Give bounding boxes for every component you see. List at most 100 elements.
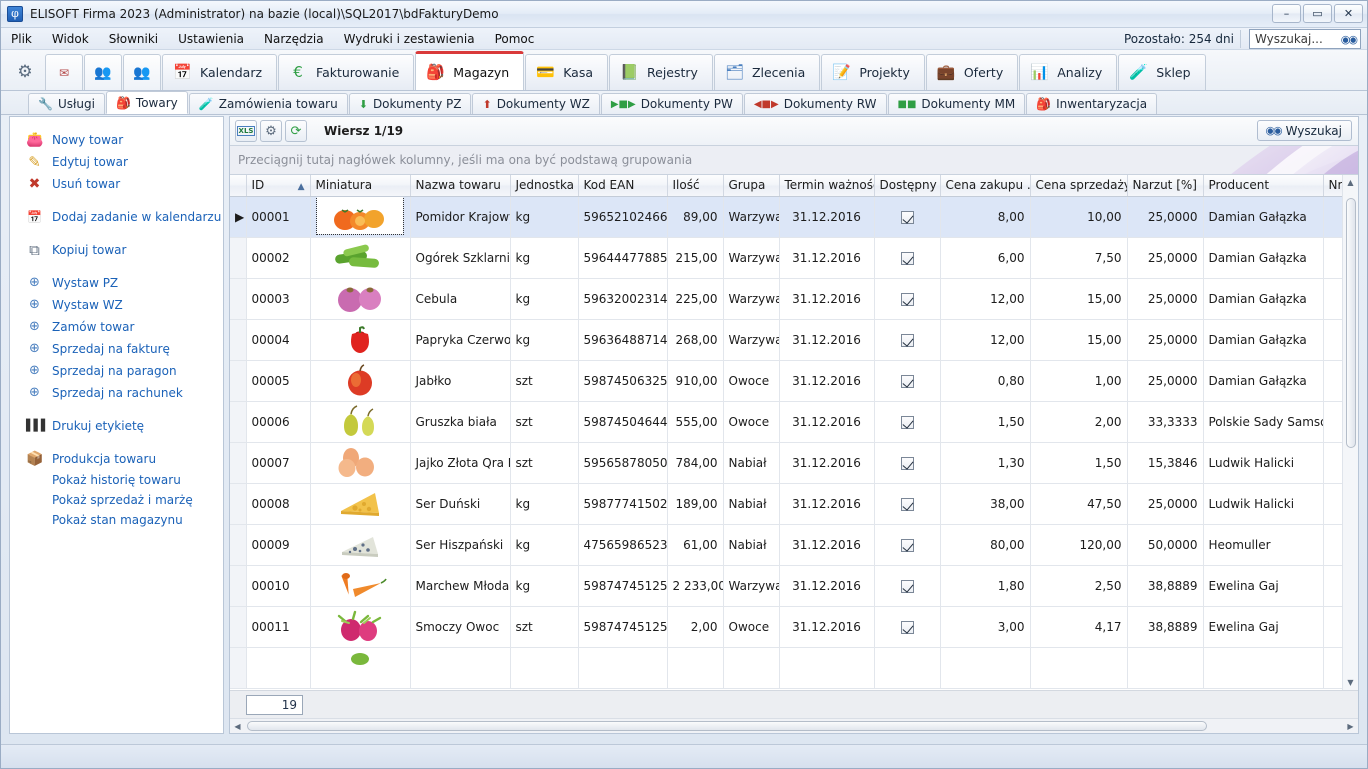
tab-analizy[interactable]: 📊 Analizy (1019, 54, 1117, 90)
cell-available[interactable] (874, 196, 940, 237)
checkbox-checked-icon[interactable] (901, 498, 914, 511)
sidebar-item-nowy-towar[interactable]: 👛 Nowy towar (10, 129, 223, 151)
cell-available[interactable] (874, 565, 940, 606)
table-row[interactable]: 00009 (230, 524, 1342, 565)
menu-plik[interactable]: Plik (1, 30, 42, 48)
refresh-button[interactable]: ⟳ (285, 120, 307, 142)
subtab-uslugi[interactable]: 🔧 Usługi (28, 93, 105, 114)
tab-rejestry[interactable]: 📗 Rejestry (609, 54, 713, 90)
sidebar-item-sprzedaj-na-paragon[interactable]: ⊕ Sprzedaj na paragon (10, 360, 223, 382)
sidebar-item-edytuj-towar[interactable]: ✎ Edytuj towar (10, 151, 223, 173)
col-header-grupa[interactable]: Grupa (723, 175, 779, 196)
tab-oferty[interactable]: 💼 Oferty (926, 54, 1018, 90)
cell-available[interactable] (874, 483, 940, 524)
table-row[interactable]: 00003 (230, 278, 1342, 319)
tab-zlecenia[interactable]: 🗂 Zlecenia (714, 54, 820, 90)
checkbox-checked-icon[interactable] (901, 211, 914, 224)
cell-available[interactable] (874, 442, 940, 483)
contacts-green-icon[interactable]: 👥 (84, 54, 122, 90)
checkbox-checked-icon[interactable] (901, 457, 914, 470)
subtab-dokumenty-wz[interactable]: ⬆ Dokumenty WZ (472, 93, 599, 114)
menu-wydruki-zestawienia[interactable]: Wydruki i zestawienia (334, 30, 485, 48)
table-row[interactable]: 00004 (230, 319, 1342, 360)
col-header-miniatura[interactable]: Miniatura (310, 175, 410, 196)
mail-icon[interactable]: ✉ (45, 54, 83, 90)
cell-available[interactable] (874, 237, 940, 278)
find-button[interactable]: ◉◉ Wyszukaj (1257, 120, 1352, 141)
subtab-dokumenty-pz[interactable]: ⬇ Dokumenty PZ (349, 93, 472, 114)
col-header-kod-ean[interactable]: Kod EAN (578, 175, 667, 196)
menu-ustawienia[interactable]: Ustawienia (168, 30, 254, 48)
col-header-termin-waznosci[interactable]: Termin ważności (779, 175, 874, 196)
tab-kalendarz[interactable]: 📅 Kalendarz (162, 54, 277, 90)
minimize-button[interactable]: – (1272, 4, 1301, 23)
checkbox-checked-icon[interactable] (901, 580, 914, 593)
grid-settings-button[interactable]: ⚙ (260, 120, 282, 142)
table-row[interactable]: 00006 (230, 401, 1342, 442)
subtab-zamowienia-towaru[interactable]: 🧪 Zamówienia towaru (189, 93, 348, 114)
table-row[interactable]: 00007 (230, 442, 1342, 483)
scroll-down-arrow-icon[interactable]: ▼ (1343, 675, 1359, 690)
subtab-inwentaryzacja[interactable]: 🎒 Inwentaryzacja (1026, 93, 1157, 114)
scroll-right-arrow-icon[interactable]: ▶ (1343, 722, 1358, 731)
settings-gear-icon[interactable]: ⚙ (7, 54, 43, 90)
sidebar-item-dodaj-zadanie[interactable]: 📅 Dodaj zadanie w kalendarzu (10, 206, 223, 228)
checkbox-checked-icon[interactable] (901, 252, 914, 265)
subtab-dokumenty-pw[interactable]: ▶■▶ Dokumenty PW (601, 93, 743, 114)
sidebar-item-drukuj-etykiete[interactable]: ▌▌▌ Drukuj etykietę (10, 415, 223, 437)
table-row[interactable]: ▶ 00001 (230, 196, 1342, 237)
col-header-ilosc[interactable]: Ilość (667, 175, 723, 196)
checkbox-checked-icon[interactable] (901, 416, 914, 429)
vertical-scroll-thumb[interactable] (1346, 198, 1356, 448)
sidebar-item-wystaw-wz[interactable]: ⊕ Wystaw WZ (10, 294, 223, 316)
col-header-nr-katalogowy[interactable]: Nr k (1323, 175, 1342, 196)
tab-fakturowanie[interactable]: € Fakturowanie (278, 54, 414, 90)
cell-available[interactable] (874, 319, 940, 360)
col-header-nazwa-towaru[interactable]: Nazwa towaru (410, 175, 510, 196)
scroll-up-arrow-icon[interactable]: ▲ (1343, 175, 1359, 190)
subtab-dokumenty-rw[interactable]: ◀■▶ Dokumenty RW (744, 93, 887, 114)
checkbox-checked-icon[interactable] (901, 375, 914, 388)
horizontal-scroll-thumb[interactable] (247, 721, 1207, 731)
menu-pomoc[interactable]: Pomoc (485, 30, 545, 48)
menu-widok[interactable]: Widok (42, 30, 99, 48)
col-header-cena-sprzedazy[interactable]: Cena sprzedaży ... (1030, 175, 1127, 196)
cell-available[interactable] (874, 278, 940, 319)
menu-slowniki[interactable]: Słowniki (99, 30, 168, 48)
checkbox-checked-icon[interactable] (901, 621, 914, 634)
cell-available[interactable] (874, 524, 940, 565)
contacts-orange-icon[interactable]: 👥 (123, 54, 161, 90)
table-row[interactable]: 00011 (230, 606, 1342, 647)
checkbox-checked-icon[interactable] (901, 293, 914, 306)
subtab-dokumenty-mm[interactable]: ■■ Dokumenty MM (888, 93, 1026, 114)
sidebar-item-wystaw-pz[interactable]: ⊕ Wystaw PZ (10, 272, 223, 294)
horizontal-scrollbar[interactable]: ◀ ▶ (230, 718, 1358, 733)
cell-available[interactable] (874, 606, 940, 647)
col-header-cena-zakupu[interactable]: Cena zakupu ... (940, 175, 1030, 196)
sidebar-item-pokaz-stan-magazynu[interactable]: Pokaż stan magazynu (10, 510, 223, 530)
col-header-jednostka[interactable]: Jednostka (510, 175, 578, 196)
checkbox-checked-icon[interactable] (901, 539, 914, 552)
checkbox-checked-icon[interactable] (901, 334, 914, 347)
table-row[interactable]: 00005 (230, 360, 1342, 401)
sidebar-item-sprzedaj-na-fakture[interactable]: ⊕ Sprzedaj na fakturę (10, 338, 223, 360)
sidebar-item-pokaz-historie-towaru[interactable]: Pokaż historię towaru (10, 470, 223, 490)
col-header-producent[interactable]: Producent (1203, 175, 1323, 196)
scroll-left-arrow-icon[interactable]: ◀ (230, 722, 245, 731)
table-row[interactable]: 00002 (230, 237, 1342, 278)
sidebar-item-pokaz-sprzedaz-i-marze[interactable]: Pokaż sprzedaż i marżę (10, 490, 223, 510)
maximize-button[interactable]: ▭ (1303, 4, 1332, 23)
vertical-scroll-track[interactable] (1343, 190, 1359, 675)
horizontal-scroll-track[interactable] (245, 719, 1343, 734)
sidebar-item-produkcja-towaru[interactable]: 📦 Produkcja towaru (10, 448, 223, 470)
menu-narzedzia[interactable]: Narzędzia (254, 30, 334, 48)
col-header-dostepny[interactable]: Dostępny (874, 175, 940, 196)
sidebar-item-kopiuj-towar[interactable]: ⧉ Kopiuj towar (10, 239, 223, 261)
sidebar-item-usun-towar[interactable]: ✖ Usuń towar (10, 173, 223, 195)
cell-available[interactable] (874, 401, 940, 442)
export-xls-button[interactable]: XLS (235, 120, 257, 142)
col-header-narzut[interactable]: Narzut [%] (1127, 175, 1203, 196)
vertical-scrollbar[interactable]: ▲ ▼ (1342, 175, 1358, 690)
record-count-field[interactable]: 19 (246, 695, 303, 715)
subtab-towary[interactable]: 🎒 Towary (106, 91, 188, 114)
